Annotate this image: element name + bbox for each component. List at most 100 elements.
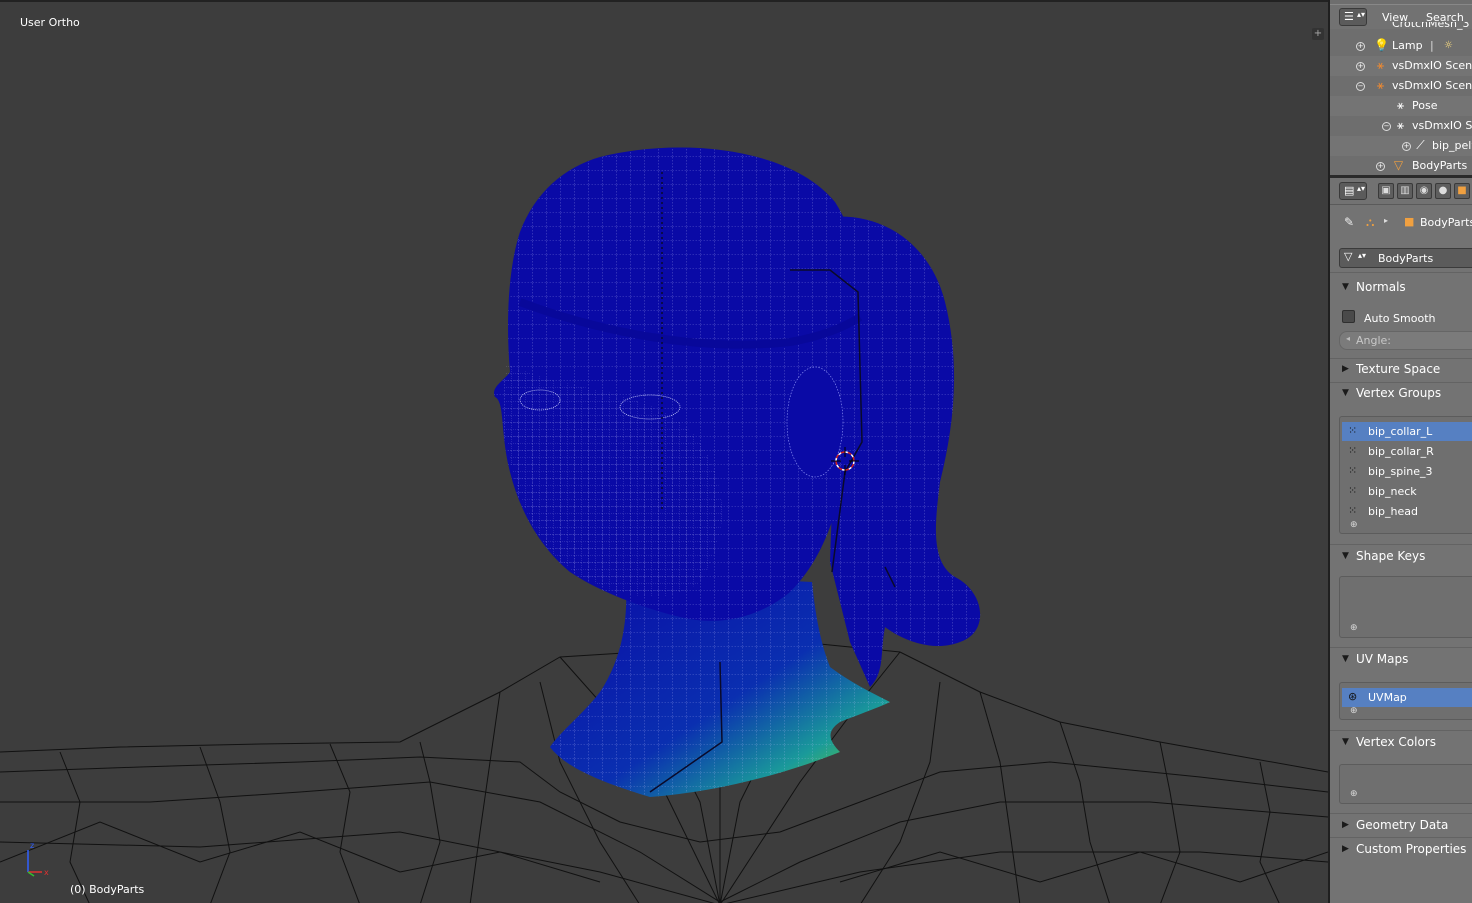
item-label: bip_spine_3	[1368, 465, 1433, 478]
expand-plus-icon[interactable]: +	[1356, 42, 1365, 51]
panel-title: Shape Keys	[1356, 549, 1426, 563]
panel-title: Custom Properties	[1356, 842, 1467, 856]
chevron-updown-icon: ▴▾	[1357, 10, 1366, 19]
expand-plus-icon[interactable]: +	[1356, 62, 1365, 71]
3d-viewport[interactable]: z x User Ortho (0) BodyParts +	[0, 0, 1328, 903]
outliner-row-lamp[interactable]: + 💡 Lamp | ☼	[1330, 36, 1472, 56]
outliner[interactable]: ☰ ▴▾ View Search CrotchMesh_3 + 💡 Lamp |…	[1330, 0, 1472, 178]
item-label: bip_collar_R	[1368, 445, 1434, 458]
row-label: BodyParts	[1412, 159, 1468, 172]
panel-title: Normals	[1356, 280, 1406, 294]
collapse-triangle-icon: ▼	[1342, 654, 1349, 664]
mesh-data-icon: ⛬	[1366, 215, 1375, 229]
row-label: bip_pelv	[1432, 139, 1472, 152]
properties-editor-icon: ▤	[1344, 184, 1355, 197]
expand-plus-icon[interactable]: +	[1402, 142, 1411, 151]
list-resize-grip-icon[interactable]: ⊕	[1350, 623, 1358, 633]
outliner-row-bip-pelvis[interactable]: + ⟋ bip_pelv	[1330, 136, 1472, 156]
item-label: bip_collar_L	[1368, 425, 1433, 438]
vertex-group-item[interactable]: ⁙ bip_collar_R	[1342, 442, 1472, 461]
item-label: UVMap	[1368, 691, 1407, 704]
scene-tab-icon[interactable]: ◉	[1416, 183, 1432, 199]
viewport-view-label: User Ortho	[20, 16, 80, 29]
render-tab-icon[interactable]: ▣	[1378, 183, 1394, 199]
expand-plus-icon[interactable]: +	[1376, 162, 1385, 171]
collapse-minus-icon[interactable]: −	[1382, 122, 1391, 131]
mesh-name: BodyParts	[1378, 252, 1434, 265]
list-resize-grip-icon[interactable]: ⊕	[1350, 789, 1358, 799]
pose-icon: ⚹	[1396, 98, 1405, 112]
expand-triangle-icon: ▶	[1342, 820, 1349, 830]
row-label: vsDmxIO Scene	[1392, 59, 1472, 72]
panel-vertex-groups-header[interactable]: ▼ Vertex Groups	[1330, 382, 1472, 404]
render-layers-tab-icon[interactable]: ▥	[1397, 183, 1413, 199]
active-object-label: (0) BodyParts	[70, 883, 145, 896]
panel-custom-properties-header[interactable]: ▶ Custom Properties	[1330, 838, 1472, 860]
outliner-row-crotchmesh[interactable]: CrotchMesh_3	[1330, 22, 1472, 32]
panel-geometry-data-header[interactable]: ▶ Geometry Data	[1330, 814, 1472, 836]
outliner-row-bodyparts[interactable]: + ▽ BodyParts	[1330, 156, 1472, 175]
right-editors: ☰ ▴▾ View Search CrotchMesh_3 + 💡 Lamp |…	[1328, 0, 1472, 903]
world-tab-icon[interactable]: ●	[1435, 183, 1451, 199]
row-label: vsDmxIO Sc	[1412, 119, 1472, 132]
viewport-canvas[interactable]: z x	[0, 2, 1328, 903]
list-resize-grip-icon[interactable]: ⊕	[1350, 706, 1358, 716]
collapse-triangle-icon: ▼	[1342, 737, 1349, 747]
vertex-group-icon: ⁙	[1348, 464, 1358, 477]
add-region-plus-icon[interactable]: +	[1312, 28, 1324, 40]
auto-smooth-checkbox[interactable]	[1342, 310, 1355, 323]
vertex-group-icon: ⁙	[1348, 444, 1358, 457]
bone-icon: ⟋	[1416, 138, 1425, 152]
collapse-minus-icon[interactable]: −	[1356, 82, 1365, 91]
row-label: CrotchMesh_3	[1392, 22, 1470, 30]
vertex-group-item[interactable]: ⁙ bip_head	[1342, 502, 1472, 521]
collapse-triangle-icon: ▼	[1342, 282, 1349, 292]
mesh-object-icon: ▽	[1393, 158, 1404, 172]
angle-label: Angle:	[1356, 334, 1392, 347]
shape-keys-list[interactable]	[1339, 576, 1472, 638]
breadcrumb: ✎ ⛬ ▸ ■ BodyParts	[1330, 212, 1472, 234]
list-resize-grip-icon[interactable]: ⊕	[1350, 520, 1358, 530]
editor-type-button[interactable]: ▤ ▴▾	[1339, 182, 1367, 200]
collapse-triangle-icon: ▼	[1342, 388, 1349, 398]
outliner-row-vsdmxio-scene-2[interactable]: − ⚹ vsDmxIO Scene.	[1330, 76, 1472, 96]
panel-title: Vertex Groups	[1356, 386, 1442, 400]
divider: |	[1430, 39, 1434, 52]
vertex-group-item[interactable]: ⁙ bip_collar_L	[1342, 422, 1472, 441]
vertex-group-item[interactable]: ⁙ bip_neck	[1342, 482, 1472, 501]
panel-title: UV Maps	[1356, 652, 1409, 666]
panel-normals-header[interactable]: ▼ Normals	[1330, 276, 1472, 298]
panel-shape-keys-header[interactable]: ▼ Shape Keys	[1330, 545, 1472, 567]
vertex-group-icon: ⁙	[1348, 484, 1358, 497]
panel-title: Geometry Data	[1356, 818, 1449, 832]
outliner-row-armature-data[interactable]: − ⚹ vsDmxIO Sc	[1330, 116, 1472, 136]
properties-editor[interactable]: ▤ ▴▾ ▣ ▥ ◉ ● ■ ✎ ⛬ ▸ ■ BodyParts ▽ ▴▾ Bo…	[1330, 178, 1472, 903]
vertex-group-item[interactable]: ⁙ bip_spine_3	[1342, 462, 1472, 481]
svg-text:x: x	[44, 868, 49, 877]
vertex-colors-list[interactable]	[1339, 764, 1472, 804]
object-icon: ■	[1404, 215, 1415, 228]
breadcrumb-object: BodyParts	[1420, 216, 1472, 229]
chevron-right-icon: ▸	[1384, 216, 1389, 225]
vertex-group-icon: ⁙	[1348, 424, 1358, 437]
expand-triangle-icon: ▶	[1342, 364, 1349, 374]
pin-icon[interactable]: ✎	[1344, 215, 1354, 229]
outliner-row-pose[interactable]: ⚹ Pose	[1330, 96, 1472, 116]
collapse-triangle-icon: ▼	[1342, 551, 1349, 561]
mesh-datablock-icon: ▽	[1344, 250, 1353, 263]
uv-map-item[interactable]: ⊛ UVMap	[1342, 688, 1472, 707]
mesh-datablock-field[interactable]: ▽ ▴▾ BodyParts	[1339, 248, 1472, 268]
chevron-updown-icon: ▴▾	[1357, 184, 1366, 193]
object-tab-icon[interactable]: ■	[1454, 183, 1470, 199]
panel-vertex-colors-header[interactable]: ▼ Vertex Colors	[1330, 731, 1472, 753]
row-label: Lamp	[1392, 39, 1423, 52]
divider	[1330, 272, 1472, 273]
panel-uv-maps-header[interactable]: ▼ UV Maps	[1330, 648, 1472, 670]
panel-texture-space-header[interactable]: ▶ Texture Space	[1330, 358, 1472, 380]
armature-data-icon: ⚹	[1396, 118, 1405, 132]
armature-icon: ⚹	[1376, 78, 1385, 92]
armature-icon: ⚹	[1376, 58, 1385, 72]
outliner-row-vsdmxio-scene[interactable]: + ⚹ vsDmxIO Scene	[1330, 56, 1472, 76]
row-label: vsDmxIO Scene.	[1392, 79, 1472, 92]
angle-field[interactable]: ◂ Angle:	[1339, 331, 1472, 350]
